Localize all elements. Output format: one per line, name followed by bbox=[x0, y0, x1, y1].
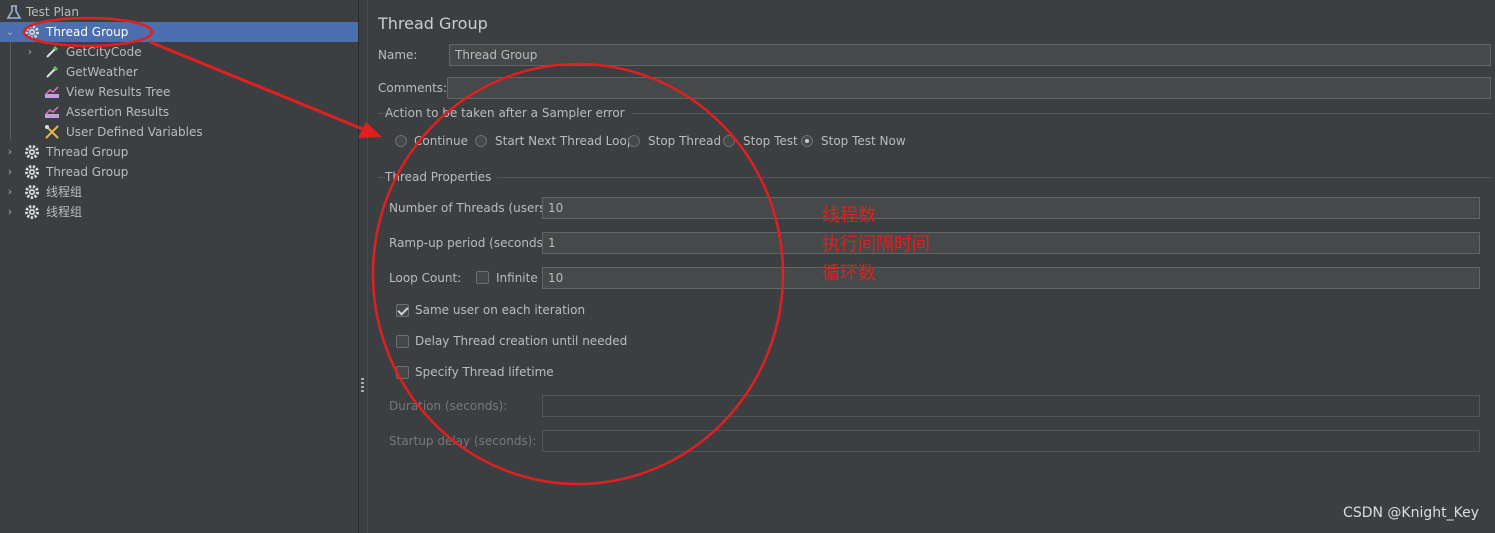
duration-label: Duration (seconds): bbox=[389, 399, 508, 413]
startup-delay-field[interactable] bbox=[542, 430, 1480, 452]
loop-count-label: Loop Count: bbox=[389, 271, 462, 285]
drag-handle-icon[interactable] bbox=[361, 378, 364, 392]
tree-item-thread-group-selected[interactable]: ⌄ Thread Group bbox=[0, 22, 358, 42]
tree-item-getweather[interactable]: GetWeather bbox=[0, 62, 358, 82]
delay-thread-label: Delay Thread creation until needed bbox=[415, 334, 628, 348]
tree-item-label: GetWeather bbox=[66, 65, 138, 79]
chevron-down-icon[interactable]: ⌄ bbox=[4, 22, 16, 42]
config-wrench-icon bbox=[45, 125, 59, 139]
sampler-pipette-icon bbox=[46, 45, 59, 58]
comments-label: Comments: bbox=[378, 81, 448, 95]
split-pane-divider[interactable] bbox=[358, 0, 368, 533]
page-title: Thread Group bbox=[378, 14, 488, 33]
annotation-rampup-note: 执行间隔时间 bbox=[822, 234, 930, 255]
gear-icon bbox=[25, 205, 39, 219]
gear-icon bbox=[25, 165, 39, 179]
tree-item-label: Thread Group bbox=[46, 165, 129, 179]
same-user-checkbox[interactable] bbox=[396, 304, 409, 317]
radio-continue-label: Continue bbox=[414, 134, 468, 148]
chevron-right-icon[interactable]: › bbox=[24, 42, 36, 62]
sampler-error-group-title: Action to be taken after a Sampler error bbox=[385, 106, 631, 120]
threads-field[interactable]: 10 bbox=[542, 197, 1480, 219]
listener-chart-icon bbox=[45, 106, 59, 118]
group-separator bbox=[378, 177, 1491, 178]
gear-icon bbox=[25, 25, 39, 39]
same-user-label: Same user on each iteration bbox=[415, 303, 586, 317]
comments-field[interactable] bbox=[447, 77, 1491, 99]
rampup-label: Ramp-up period (seconds): bbox=[389, 236, 552, 250]
loop-count-field[interactable]: 10 bbox=[542, 267, 1480, 289]
name-label: Name: bbox=[378, 48, 418, 62]
startup-delay-label: Startup delay (seconds): bbox=[389, 434, 537, 448]
radio-stop-test-now-label: Stop Test Now bbox=[821, 134, 906, 148]
duration-field[interactable] bbox=[542, 395, 1480, 417]
tree-item-test-plan[interactable]: Test Plan bbox=[0, 2, 358, 22]
tree-item-getcitycode[interactable]: › GetCityCode bbox=[0, 42, 358, 62]
tree-item-label: View Results Tree bbox=[66, 85, 171, 99]
tree-item-label: 线程组 bbox=[46, 205, 83, 219]
radio-stop-test-now[interactable] bbox=[801, 135, 813, 147]
tree-item-label: Thread Group bbox=[46, 145, 129, 159]
infinite-checkbox[interactable] bbox=[476, 271, 489, 284]
listener-chart-icon bbox=[45, 86, 59, 98]
radio-stop-test[interactable] bbox=[723, 135, 735, 147]
tree-item-assertion-results[interactable]: Assertion Results bbox=[0, 102, 358, 122]
radio-stop-thread-label: Stop Thread bbox=[648, 134, 722, 148]
tree-item-label: User Defined Variables bbox=[66, 125, 203, 139]
rampup-field[interactable]: 1 bbox=[542, 232, 1480, 254]
annotation-threads-note: 线程数 bbox=[822, 205, 876, 226]
tree-item-user-defined-variables[interactable]: User Defined Variables bbox=[0, 122, 358, 142]
gear-icon bbox=[25, 185, 39, 199]
chevron-right-icon[interactable]: › bbox=[4, 202, 16, 222]
radio-stop-thread[interactable] bbox=[628, 135, 640, 147]
tree-item-label: Assertion Results bbox=[66, 105, 170, 119]
thread-properties-group-title: Thread Properties bbox=[385, 170, 498, 184]
chevron-right-icon[interactable]: › bbox=[4, 182, 16, 202]
tree-item-label: GetCityCode bbox=[66, 45, 142, 59]
tree-item-view-results-tree[interactable]: View Results Tree bbox=[0, 82, 358, 102]
chevron-right-icon[interactable]: › bbox=[4, 162, 16, 182]
tree-item-label: Thread Group bbox=[46, 25, 129, 39]
radio-stop-test-label: Stop Test bbox=[743, 134, 798, 148]
gear-icon bbox=[25, 145, 39, 159]
watermark: CSDN @Knight_Key bbox=[1343, 505, 1479, 521]
threads-label: Number of Threads (users): bbox=[389, 201, 555, 215]
annotation-loop-note: 循环数 bbox=[822, 263, 876, 284]
thread-lifetime-checkbox[interactable] bbox=[396, 366, 409, 379]
sampler-pipette-icon bbox=[46, 65, 59, 78]
tree-item-thread-group[interactable]: › Thread Group bbox=[0, 162, 358, 182]
test-plan-icon bbox=[6, 5, 22, 19]
tree-item-thread-group-cn[interactable]: › 线程组 bbox=[0, 202, 358, 222]
tree-item-thread-group[interactable]: › Thread Group bbox=[0, 142, 358, 162]
radio-start-next-loop[interactable] bbox=[475, 135, 487, 147]
thread-lifetime-label: Specify Thread lifetime bbox=[415, 365, 554, 379]
name-field[interactable]: Thread Group bbox=[449, 44, 1491, 66]
tree-item-label: 线程组 bbox=[46, 185, 83, 199]
radio-start-next-loop-label: Start Next Thread Loop bbox=[495, 134, 635, 148]
delay-thread-checkbox[interactable] bbox=[396, 335, 409, 348]
tree-item-label: Test Plan bbox=[26, 5, 79, 19]
test-plan-tree: Test Plan ⌄ Thread Group › GetCityCode G… bbox=[0, 0, 358, 533]
infinite-label: Infinite bbox=[496, 271, 538, 285]
chevron-right-icon[interactable]: › bbox=[4, 142, 16, 162]
radio-continue[interactable] bbox=[395, 135, 407, 147]
tree-item-thread-group-cn[interactable]: › 线程组 bbox=[0, 182, 358, 202]
thread-group-editor: Thread Group Name: Thread Group Comments… bbox=[368, 0, 1495, 533]
